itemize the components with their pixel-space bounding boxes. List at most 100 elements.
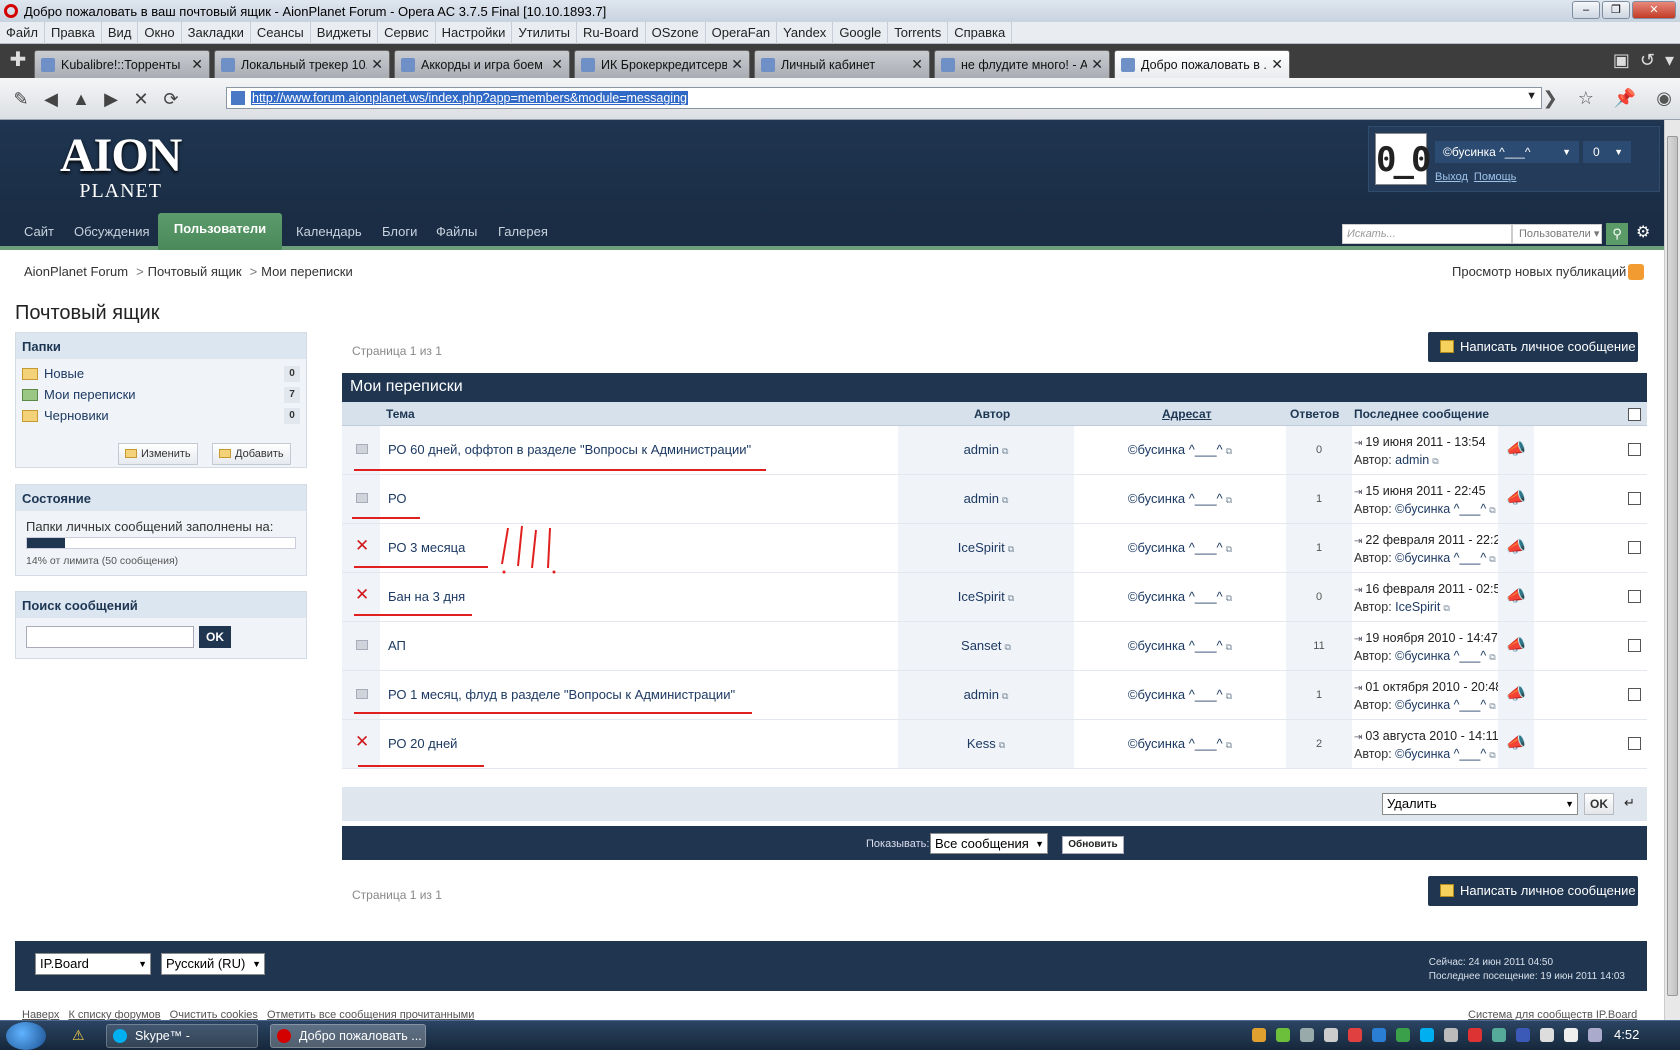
speaker-icon[interactable]: 📣 <box>1498 573 1534 621</box>
menu-widgets[interactable]: Виджеты <box>311 21 379 44</box>
search-button[interactable]: ⚲ <box>1606 223 1628 245</box>
tray-app-icon[interactable] <box>1348 1028 1362 1042</box>
author-link[interactable]: Sanset <box>961 638 1001 653</box>
maximize-button[interactable]: ❐ <box>1602 1 1630 19</box>
speaker-icon[interactable]: 📣 <box>1498 426 1534 474</box>
taskbar-clock[interactable]: 4:52 <box>1614 1027 1639 1042</box>
profile-card-icon[interactable]: ⧉ <box>1226 642 1232 652</box>
language-select[interactable]: Русский (RU) ▼ <box>161 953 265 975</box>
profile-card-icon[interactable]: ⧉ <box>1226 544 1232 554</box>
topic-link[interactable]: РО 3 месяца <box>388 540 465 555</box>
last-author-link[interactable]: ©бусинка ^___^ <box>1395 502 1486 516</box>
row-checkbox[interactable] <box>1628 590 1641 603</box>
tab-mailbox[interactable]: Добро пожаловать в ... ✕ <box>1114 50 1290 78</box>
col-replies[interactable]: Ответов <box>1290 407 1339 421</box>
menu-ruboard[interactable]: Ru-Board <box>577 21 646 44</box>
edit-folders-button[interactable]: Изменить <box>118 443 198 465</box>
breadcrumb-conversations[interactable]: Мои переписки <box>261 264 353 279</box>
tab-local-tracker[interactable]: Локальный трекер 10... ✕ <box>214 50 390 78</box>
breadcrumb-forum[interactable]: AionPlanet Forum <box>24 264 128 279</box>
author-link[interactable]: IceSpirit <box>958 540 1005 555</box>
recipient-link[interactable]: ©бусинка ^___^ <box>1128 491 1223 506</box>
profile-card-icon[interactable]: ⧉ <box>1002 446 1008 456</box>
menu-file[interactable]: Файл <box>0 21 45 44</box>
profile-card-icon[interactable]: ⧉ <box>1489 554 1495 564</box>
recipient-link[interactable]: ©бусинка ^___^ <box>1128 638 1223 653</box>
go-to-last-icon[interactable]: ⇥ <box>1354 681 1362 697</box>
page-scrollbar[interactable] <box>1664 120 1680 1020</box>
refresh-button[interactable]: Обновить <box>1062 836 1124 854</box>
menu-yandex[interactable]: Yandex <box>777 21 834 44</box>
tray-app-icon[interactable] <box>1300 1028 1314 1042</box>
author-link[interactable]: admin <box>964 687 999 702</box>
profile-card-icon[interactable]: ⧉ <box>1226 593 1232 603</box>
address-url[interactable]: http://www.forum.aionplanet.ws/index.php… <box>251 91 688 105</box>
profile-card-icon[interactable]: ⧉ <box>1489 652 1495 662</box>
speaker-icon[interactable]: 📣 <box>1498 671 1534 719</box>
author-link[interactable]: IceSpirit <box>958 589 1005 604</box>
tab-personal-cabinet[interactable]: Личный кабинет ✕ <box>754 50 930 78</box>
author-link[interactable]: admin <box>964 442 999 457</box>
tray-language-icon[interactable] <box>1516 1028 1530 1042</box>
tray-app-icon[interactable] <box>1324 1028 1338 1042</box>
last-author-link[interactable]: ©бусинка ^___^ <box>1395 747 1486 761</box>
speaker-icon[interactable]: 📣 <box>1498 524 1534 572</box>
row-checkbox[interactable] <box>1628 688 1641 701</box>
logout-link[interactable]: Выход <box>1435 171 1468 183</box>
closed-tabs-icon[interactable]: ↺ <box>1640 50 1655 71</box>
panel-icon[interactable]: ✎ <box>8 86 34 112</box>
profile-card-icon[interactable]: ⧉ <box>1443 603 1449 613</box>
network-icon[interactable] <box>1588 1028 1602 1042</box>
profile-card-icon[interactable]: ⧉ <box>1489 750 1495 760</box>
profile-card-icon[interactable]: ⧉ <box>1002 691 1008 701</box>
row-checkbox[interactable] <box>1628 492 1641 505</box>
profile-card-icon[interactable]: ⧉ <box>1226 691 1232 701</box>
speaker-icon[interactable] <box>1564 1028 1578 1042</box>
last-message-date[interactable]: 16 февраля 2011 - 02:56 <box>1365 582 1507 596</box>
message-search-input[interactable] <box>26 626 194 648</box>
menu-utilities[interactable]: Утилиты <box>512 21 577 44</box>
compose-message-button-top[interactable]: Написать личное сообщение <box>1428 332 1638 362</box>
compose-message-button-bottom[interactable]: Написать личное сообщение <box>1428 876 1638 906</box>
site-search-input[interactable]: Искать... <box>1342 224 1512 244</box>
col-last-message[interactable]: Последнее сообщение <box>1354 407 1489 421</box>
profile-card-icon[interactable]: ⧉ <box>1489 701 1495 711</box>
profile-card-icon[interactable]: ⧉ <box>1002 495 1008 505</box>
tab-close-icon[interactable]: ✕ <box>191 56 203 73</box>
menu-bookmarks[interactable]: Закладки <box>182 21 251 44</box>
profile-card-icon[interactable]: ⧉ <box>999 740 1005 750</box>
aion-planet-logo[interactable]: AION PLANET <box>60 132 182 203</box>
search-scope-select[interactable]: Пользователи ▾ <box>1512 224 1602 244</box>
tab-close-icon[interactable]: ✕ <box>551 56 563 73</box>
add-folder-button[interactable]: Добавить <box>212 443 291 465</box>
address-history-dropdown-icon[interactable]: ▼ <box>1526 90 1537 102</box>
bulk-action-select[interactable]: Удалить ▼ <box>1382 793 1578 815</box>
bookmark-star-icon[interactable]: ☆ <box>1578 88 1594 109</box>
topic-link[interactable]: АП <box>388 638 406 653</box>
last-message-date[interactable]: 19 июня 2011 - 13:54 <box>1365 435 1485 449</box>
tray-app-icon[interactable] <box>1252 1028 1266 1042</box>
notifications-menu[interactable]: 0 ▼ <box>1583 141 1631 163</box>
last-author-link[interactable]: ©бусинка ^___^ <box>1395 649 1486 663</box>
go-to-last-icon[interactable]: ⇥ <box>1354 485 1362 501</box>
profile-card-icon[interactable]: ⧉ <box>1226 446 1232 456</box>
recipient-link[interactable]: ©бусинка ^___^ <box>1128 589 1223 604</box>
folder-new[interactable]: Новые 0 <box>16 363 306 384</box>
last-message-date[interactable]: 15 июня 2011 - 22:45 <box>1365 484 1485 498</box>
close-window-button[interactable]: ✕ <box>1632 1 1676 19</box>
speaker-icon[interactable]: 📣 <box>1498 720 1534 768</box>
eye-icon[interactable]: ◉ <box>1656 88 1672 109</box>
tab-close-icon[interactable]: ✕ <box>1271 56 1283 73</box>
topic-link[interactable]: РО 60 дней, оффтоп в разделе "Вопросы к … <box>388 442 751 457</box>
back-button[interactable]: ◀ <box>38 86 64 112</box>
topic-link[interactable]: РО <box>388 491 407 506</box>
col-author[interactable]: Автор <box>974 407 1010 421</box>
profile-card-icon[interactable]: ⧉ <box>1226 495 1232 505</box>
tab-kubalibre[interactable]: Kubalibre!::Торренты ✕ <box>34 50 210 78</box>
nav-site[interactable]: Сайт <box>24 224 54 239</box>
topic-link[interactable]: Бан на 3 дня <box>388 589 465 604</box>
select-all-checkbox[interactable] <box>1628 408 1641 421</box>
profile-card-icon[interactable]: ⧉ <box>1226 740 1232 750</box>
menu-service[interactable]: Сервис <box>378 21 436 44</box>
tab-broker[interactable]: ИК Брокеркредитсерв... ✕ <box>574 50 750 78</box>
